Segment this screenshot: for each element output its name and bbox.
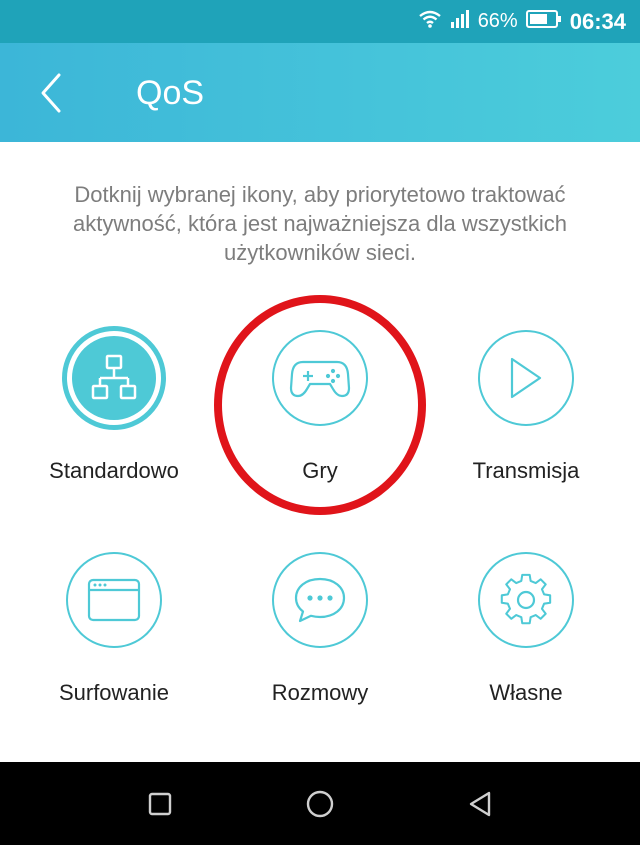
tile-icon-circle — [478, 330, 574, 426]
tile-label: Standardowo — [49, 458, 179, 483]
recent-apps-button[interactable] — [138, 782, 182, 826]
page-title: QoS — [136, 74, 205, 112]
tile-icon-circle — [478, 552, 574, 648]
tile-gry[interactable]: Gry — [220, 330, 420, 520]
navigation-bar — [0, 762, 640, 845]
tile-label: Własne — [489, 680, 563, 705]
circle-icon — [306, 790, 334, 818]
gamepad-icon — [289, 360, 351, 398]
tile-label: Transmisja — [472, 458, 580, 483]
chevron-left-icon — [41, 73, 61, 113]
status-icons: 66% 06:34 — [418, 0, 626, 43]
app-header: QoS — [0, 43, 640, 142]
back-button[interactable] — [28, 67, 74, 119]
tile-label: Surfowanie — [58, 680, 170, 705]
status-bar: 66% 06:34 — [0, 0, 640, 43]
tile-label: Rozmowy — [271, 680, 369, 705]
chat-bubble-icon — [294, 577, 346, 623]
wifi-icon — [418, 9, 442, 35]
browser-window-icon — [87, 578, 141, 622]
tile-icon-circle — [272, 330, 368, 426]
tile-icon-circle — [272, 552, 368, 648]
clock: 06:34 — [569, 8, 626, 34]
triangle-back-icon — [469, 791, 491, 817]
home-button[interactable] — [298, 782, 342, 826]
battery-percent: 66% — [477, 10, 518, 32]
intro-text: Dotknij wybranej ikony, aby priorytetowo… — [73, 182, 567, 265]
play-icon — [510, 357, 542, 399]
signal-icon — [450, 9, 470, 35]
tile-standardowo[interactable]: Standardowo — [14, 326, 214, 520]
battery-icon — [525, 9, 562, 35]
tile-rozmowy[interactable]: Rozmowy — [220, 552, 420, 742]
network-icon — [91, 354, 137, 400]
tile-transmisja[interactable]: Transmisja — [426, 330, 626, 520]
tile-surfowanie[interactable]: Surfowanie — [14, 552, 214, 742]
tile-icon-circle — [62, 326, 166, 430]
tile-label: Gry — [302, 458, 338, 483]
back-nav-button[interactable] — [458, 782, 502, 826]
square-icon — [148, 792, 172, 816]
gear-icon — [500, 573, 552, 625]
tile-wlasne[interactable]: Własne — [426, 552, 626, 742]
tile-icon-circle — [66, 552, 162, 648]
